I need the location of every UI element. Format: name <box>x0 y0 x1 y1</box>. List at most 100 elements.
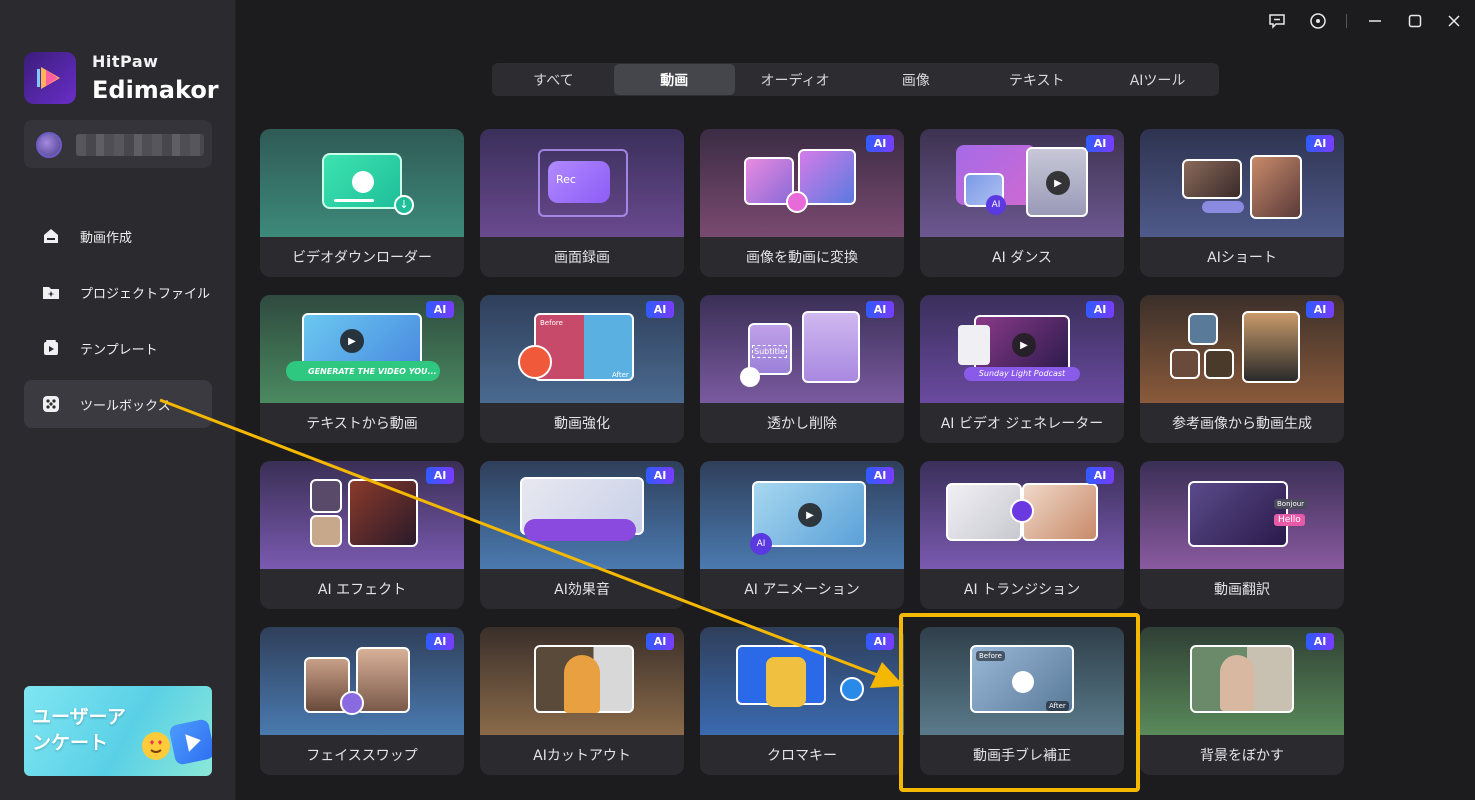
tab-image[interactable]: 画像 <box>855 64 976 95</box>
ai-badge: AI <box>1306 301 1334 318</box>
tool-card-watermark-remove[interactable]: Subtitle AI 透かし削除 <box>700 295 904 443</box>
tool-card-text-to-video[interactable]: ▶ GENERATE THE VIDEO YOU... AI テキストから動画 <box>260 295 464 443</box>
ai-badge: AI <box>1086 301 1114 318</box>
ai-badge: AI <box>1086 467 1114 484</box>
tool-thumbnail: ↓ <box>260 129 464 237</box>
ai-badge: AI <box>866 135 894 152</box>
ai-badge: AI <box>426 467 454 484</box>
feedback-icon[interactable] <box>1266 10 1288 32</box>
tab-video[interactable]: 動画 <box>613 64 735 95</box>
enhance-icon <box>518 345 552 379</box>
survey-badge-icon <box>168 718 212 766</box>
tool-label: 動画手ブレ補正 <box>973 748 1071 764</box>
tool-card-reference-image-to-video[interactable]: AI 参考画像から動画生成 <box>1140 295 1344 443</box>
hello-tag: Hello <box>1274 514 1305 526</box>
before-label: Before <box>976 651 1005 661</box>
ai-badge: AI <box>646 633 674 650</box>
sidebar-item-label: テンプレート <box>80 342 158 358</box>
tool-card-video-enhance[interactable]: Before After AI 動画強化 <box>480 295 684 443</box>
folder-icon <box>40 281 62 303</box>
tool-label: 透かし削除 <box>767 416 837 432</box>
ai-badge: AI <box>1086 135 1114 152</box>
sidebar-item-templates[interactable]: テンプレート <box>24 324 212 372</box>
tool-thumbnail: Rec <box>480 129 684 237</box>
avatar[interactable] <box>36 132 62 158</box>
tool-card-ai-animation[interactable]: ▶ AI AI AI アニメーション <box>700 461 904 609</box>
settings-icon[interactable] <box>1307 10 1329 32</box>
tab-all[interactable]: すべて <box>493 64 614 95</box>
blurred-username <box>76 134 204 156</box>
sidebar-item-label: ツールボックス <box>80 398 171 414</box>
tool-card-video-translation[interactable]: Bonjour Hello 動画翻訳 <box>1140 461 1344 609</box>
tool-label: AIショート <box>1207 250 1277 266</box>
tool-card-chroma-key[interactable]: AI クロマキー <box>700 627 904 775</box>
subtitle-tag: Subtitle <box>752 345 787 358</box>
sidebar-item-project-files[interactable]: プロジェクトファイル <box>24 268 212 316</box>
sidebar: HitPaw Edimakor 動画作成 プロジェクトファイル テンプレート ツ… <box>0 0 236 800</box>
survey-banner-text: ユーザーアンケート <box>32 706 126 754</box>
tab-text[interactable]: テキスト <box>976 64 1097 95</box>
tool-card-background-blur[interactable]: AI 背景をぼかす <box>1140 627 1344 775</box>
edimakor-logo-icon <box>37 67 60 89</box>
toolbox-icon <box>40 393 62 415</box>
tool-card-ai-effects[interactable]: AI AI エフェクト <box>260 461 464 609</box>
tool-label: AI トランジション <box>963 582 1081 598</box>
tool-label: 動画翻訳 <box>1214 582 1270 598</box>
window-controls-divider <box>1346 14 1347 28</box>
tool-thumbnail: Before After <box>920 627 1124 735</box>
template-icon <box>40 337 62 359</box>
tool-label: クロマキー <box>767 748 837 764</box>
close-icon[interactable] <box>1443 10 1465 32</box>
document-icon <box>958 325 990 365</box>
podcast-caption: Sunday Light Podcast <box>964 367 1080 381</box>
waveform-bar <box>524 519 636 541</box>
ai-badge: AI <box>866 467 894 484</box>
tool-card-ai-sound-effects[interactable]: AI AI効果音 <box>480 461 684 609</box>
tool-label: AI効果音 <box>554 582 610 598</box>
account-panel[interactable] <box>24 120 212 168</box>
tool-card-ai-transition[interactable]: AI AI トランジション <box>920 461 1124 609</box>
sidebar-item-toolbox[interactable]: ツールボックス <box>24 380 212 428</box>
tool-label: 画像を動画に変換 <box>746 250 858 266</box>
tool-label: 画面録画 <box>554 250 610 266</box>
ai-badge: AI <box>1306 633 1334 650</box>
tool-card-image-to-video[interactable]: AI 画像を動画に変換 <box>700 129 904 277</box>
ai-badge: AI <box>1306 135 1334 152</box>
tool-label: テキストから動画 <box>306 416 418 432</box>
tool-card-video-stabilization[interactable]: Before After 動画手ブレ補正 <box>920 627 1124 775</box>
tool-label: 動画強化 <box>554 416 610 432</box>
tool-card-face-swap[interactable]: AI フェイススワップ <box>260 627 464 775</box>
minimize-icon[interactable] <box>1364 10 1386 32</box>
tool-label: 背景をぼかす <box>1200 748 1284 764</box>
ai-badge: AI <box>866 301 894 318</box>
tool-label: AI エフェクト <box>317 582 407 598</box>
sidebar-item-label: プロジェクトファイル <box>80 286 211 302</box>
tab-ai-tools[interactable]: AIツール <box>1097 64 1218 95</box>
ai-badge: AI <box>426 633 454 650</box>
tool-card-ai-dance[interactable]: AI ▶ AI AI ダンス <box>920 129 1124 277</box>
tool-card-ai-shorts[interactable]: AI AIショート <box>1140 129 1344 277</box>
sidebar-item-create-video[interactable]: 動画作成 <box>24 212 212 260</box>
camera-icon: Rec <box>548 161 610 203</box>
download-icon: ↓ <box>394 195 414 215</box>
tool-card-screen-recorder[interactable]: Rec 画面録画 <box>480 129 684 277</box>
compare-slider-handle <box>1012 671 1034 693</box>
tool-card-ai-cutout[interactable]: AI AIカットアウト <box>480 627 684 775</box>
app-logo <box>24 52 76 104</box>
sparkle-icon <box>786 191 808 213</box>
tool-card-ai-video-generator[interactable]: ▶ Sunday Light Podcast AI AI ビデオ ジェネレーター <box>920 295 1124 443</box>
rec-text: Rec <box>556 173 576 186</box>
tool-label: 参考画像から動画生成 <box>1172 416 1312 432</box>
tool-card-video-downloader[interactable]: ↓ ビデオダウンローダー <box>260 129 464 277</box>
generate-prompt-bar: GENERATE THE VIDEO YOU... <box>286 361 440 381</box>
sidebar-item-label: 動画作成 <box>80 230 133 246</box>
category-tabs: すべて 動画 オーディオ 画像 テキスト AIツール <box>492 63 1219 96</box>
eyedropper-icon <box>840 677 864 701</box>
tab-audio[interactable]: オーディオ <box>735 64 856 95</box>
bonjour-tag: Bonjour <box>1274 499 1308 509</box>
brand-name-main: Edimakor <box>92 76 219 104</box>
after-label: After <box>612 371 629 379</box>
after-label: After <box>1046 701 1069 711</box>
survey-banner[interactable]: ユーザーアンケート <box>24 686 212 776</box>
maximize-icon[interactable] <box>1404 10 1426 32</box>
